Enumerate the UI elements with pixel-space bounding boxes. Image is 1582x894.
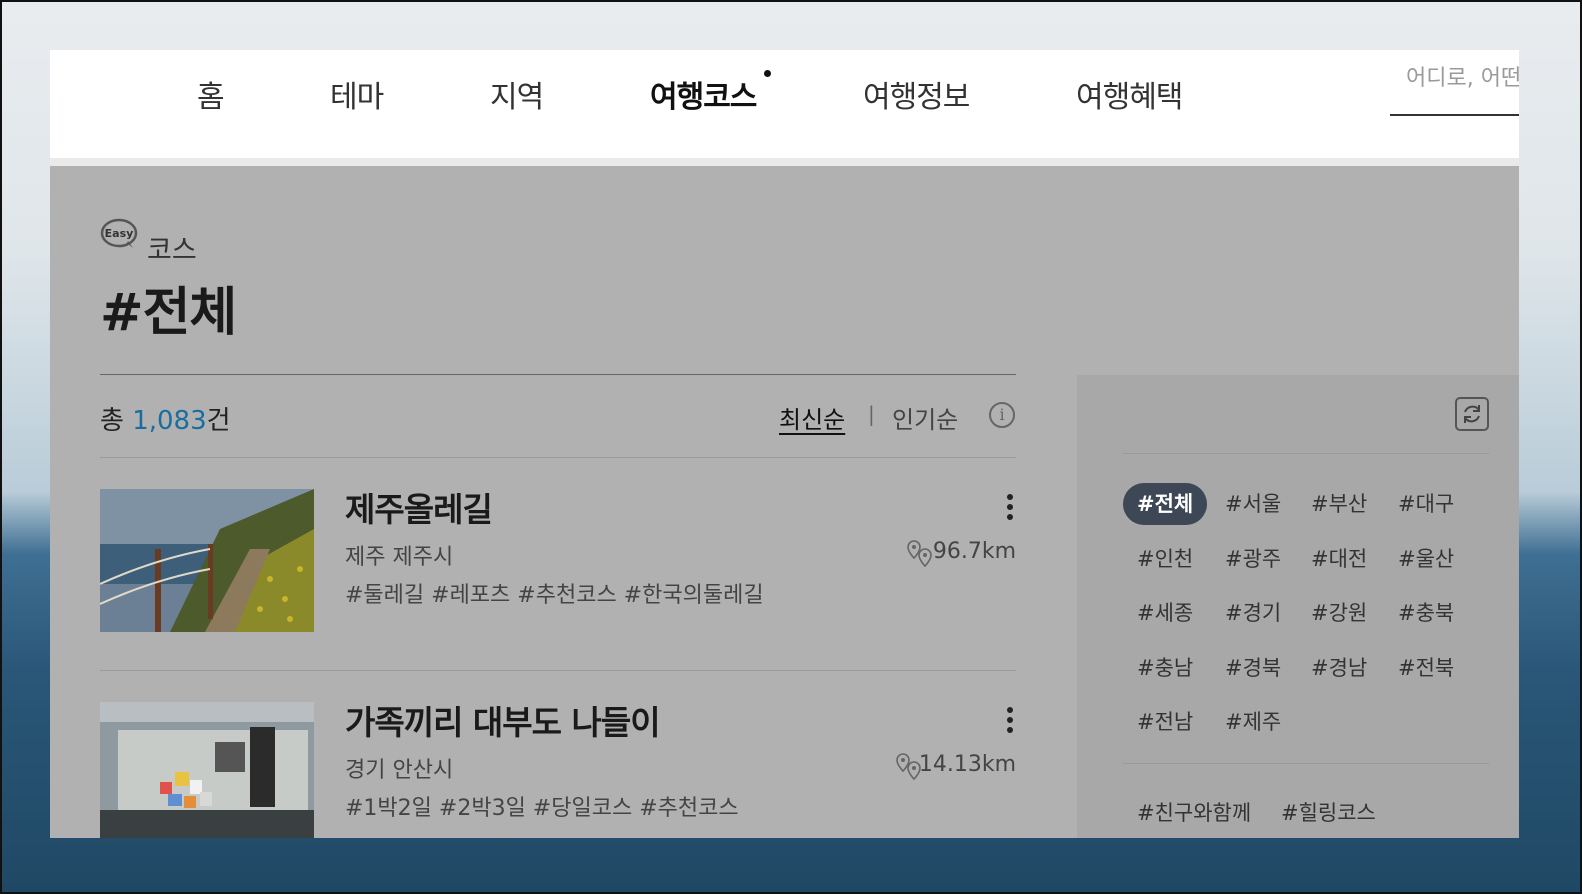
easy-read-icon[interactable]: Easy [100,218,138,250]
region-chip[interactable]: #인천 [1123,538,1207,580]
more-options-icon[interactable] [1006,494,1014,524]
sort-separator: | [868,402,875,426]
active-dot [764,70,771,77]
page-title: #전체 [100,283,237,343]
panel-divider [1123,763,1489,764]
info-icon[interactable]: i [989,402,1015,428]
region-chip[interactable]: #경기 [1211,592,1295,634]
region-chip[interactable]: #경남 [1297,647,1381,689]
item-location: 경기 안산시 [345,758,454,783]
region-chip[interactable]: #전남 [1123,701,1207,743]
item-tags: #둘레길 #레포츠 #추천코스 #한국의둘레길 [345,583,764,608]
item-distance: 14.13km [918,752,1016,777]
title-divider [100,374,1016,375]
theme-chip[interactable]: #친구와함께 [1123,792,1265,834]
course-label: 코스 [147,235,197,266]
region-chip[interactable]: #전북 [1384,647,1468,689]
more-options-icon[interactable] [1006,707,1014,737]
filter-panel: #전체 #서울 #부산 #대구 #인천 #광주 #대전 #울산 #세종 #경기 … [1077,375,1519,838]
nav-travel-info[interactable]: 여행정보 [863,72,970,116]
list-item[interactable]: 제주올레길 제주 제주시 96.7km #둘레길 #레포츠 #추천코스 #한국의… [100,489,1016,669]
theme-chip[interactable]: #힐링코스 [1267,792,1390,834]
count-value: 1,083 [132,406,207,436]
region-chip[interactable]: #제주 [1211,701,1295,743]
item-tags: #1박2일 #2박3일 #당일코스 #추천코스 [345,796,739,821]
region-chip[interactable]: #서울 [1211,483,1295,525]
course-thumbnail[interactable] [100,702,314,838]
item-title[interactable]: 가족끼리 대부도 나들이 [345,696,661,744]
count-prefix: 총 [100,406,124,436]
item-location: 제주 제주시 [345,545,454,570]
header-shadow [50,158,1519,166]
refresh-icon [1464,405,1480,423]
region-chip[interactable]: #충남 [1123,647,1207,689]
region-chip[interactable]: #충북 [1384,592,1468,634]
region-chip[interactable]: #강원 [1297,592,1381,634]
region-chip[interactable]: #광주 [1211,538,1295,580]
list-item[interactable]: 가족끼리 대부도 나들이 경기 안산시 14.13km #1박2일 #2박3일 … [100,702,1016,838]
nav-home[interactable]: 홈 [197,72,225,116]
count-suffix: 건 [206,406,231,436]
result-count: 총 1,083건 [100,400,231,437]
region-chip[interactable]: #부산 [1297,483,1381,525]
distance-pin-icon [907,540,932,568]
nav-region[interactable]: 지역 [490,72,544,116]
sort-popular[interactable]: 인기순 [892,400,958,435]
region-chip[interactable]: #대전 [1297,538,1381,580]
course-thumbnail[interactable] [100,489,314,632]
item-distance: 96.7km [932,539,1016,564]
nav-travel-benefits[interactable]: 여행혜택 [1076,72,1183,116]
search-box [1390,66,1519,116]
region-chip[interactable]: #울산 [1384,538,1468,580]
search-input[interactable] [1390,66,1519,91]
region-chip[interactable]: #경북 [1211,647,1295,689]
region-chip-all[interactable]: #전체 [1123,483,1208,525]
refresh-button[interactable] [1455,397,1489,431]
panel-divider [1123,453,1489,454]
list-divider [100,457,1016,458]
nav-theme[interactable]: 테마 [330,72,384,116]
item-divider [100,670,1016,671]
region-chip[interactable]: #대구 [1384,483,1468,525]
svg-text:Easy: Easy [105,227,134,240]
region-chip[interactable]: #세종 [1123,592,1207,634]
page-frame: 홈 테마 지역 여행코스 여행정보 여행혜택 Easy 코스 #전체 총 1,0… [50,50,1519,838]
nav-travel-course[interactable]: 여행코스 [650,72,757,116]
sort-latest[interactable]: 최신순 [779,400,845,435]
item-title[interactable]: 제주올레길 [345,483,493,531]
top-navigation: 홈 테마 지역 여행코스 여행정보 여행혜택 [50,50,1519,158]
